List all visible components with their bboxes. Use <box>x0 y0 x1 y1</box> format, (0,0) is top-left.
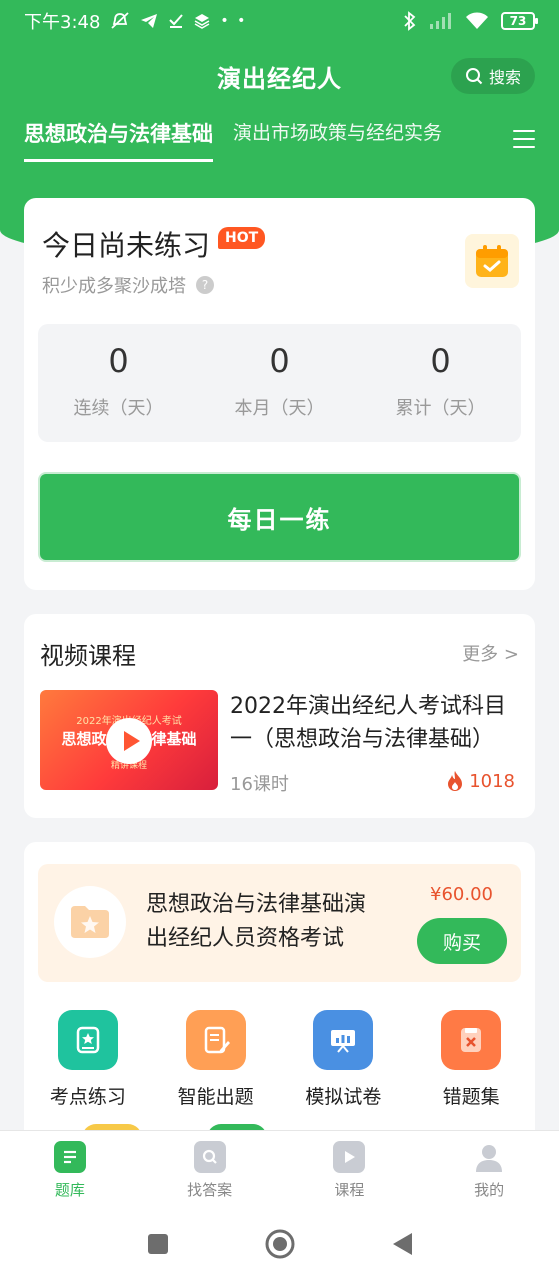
feature-key-points[interactable]: 考点练习 <box>24 1010 152 1109</box>
status-time: 下午3:48 <box>24 12 101 33</box>
flame-icon <box>448 771 463 791</box>
star-book-icon <box>57 1010 118 1070</box>
course-popularity: 1018 <box>445 770 515 792</box>
practice-subtitle-text: 积少成多聚沙成塔 <box>42 276 186 297</box>
folder-star-icon <box>54 886 126 958</box>
menu-button[interactable] <box>513 130 535 148</box>
stat-label: 累计（天） <box>395 398 486 419</box>
stat-value: 0 <box>430 342 451 380</box>
practice-stats: 0 连续（天） 0 本月（天） 0 累计（天） <box>38 324 521 442</box>
subject-tabs: 思想政治与法律基础 演出市场政策与经纪实务 <box>0 118 559 168</box>
menu-icon-bar <box>513 138 535 140</box>
nav-label: 课程 <box>334 1181 365 1199</box>
stat-consecutive: 0 连续（天） <box>38 324 199 442</box>
signal-icon <box>430 13 451 29</box>
study-tools-card: 思想政治与法律基础演出经纪人员资格考试 ¥60.00 购买 考点练习 智能出题 … <box>24 842 535 1142</box>
mute-icon <box>111 12 130 29</box>
course-thumbnail[interactable]: 2022年演出经纪人考试 思想政治与法律基础 精讲课程 <box>40 690 218 790</box>
stat-label: 连续（天） <box>73 398 164 419</box>
task-check-icon <box>169 14 184 28</box>
practice-status-title: 今日尚未练习 HOT <box>42 224 266 264</box>
nav-question-bank[interactable]: 题库 <box>0 1131 140 1208</box>
course-play-icon <box>333 1141 366 1173</box>
search-button[interactable]: 搜索 <box>450 58 535 94</box>
error-card-icon <box>441 1010 502 1070</box>
status-bar: 下午3:48 • • 73 <box>0 0 559 42</box>
nav-courses[interactable]: 课程 <box>280 1131 420 1208</box>
buy-button[interactable]: 购买 <box>417 918 507 964</box>
back-icon[interactable] <box>390 1231 414 1257</box>
menu-icon-bar <box>513 130 535 132</box>
feature-grid: 考点练习 智能出题 模拟试卷 错题集 <box>24 1010 535 1109</box>
nav-profile[interactable]: 我的 <box>419 1131 559 1208</box>
layers-icon <box>195 14 210 29</box>
home-icon[interactable] <box>264 1228 296 1260</box>
hot-count: 1018 <box>469 770 515 792</box>
system-navigation-bar <box>0 1208 559 1280</box>
feature-label: 模拟试卷 <box>305 1086 382 1108</box>
find-answer-icon <box>193 1141 226 1173</box>
tab-subject-2[interactable]: 演出市场政策与经纪实务 <box>233 118 442 145</box>
feature-label: 错题集 <box>442 1086 500 1108</box>
daily-practice-button[interactable]: 每日一练 <box>38 472 521 562</box>
nav-label: 找答案 <box>187 1181 233 1199</box>
nav-label: 我的 <box>474 1181 505 1199</box>
feature-label: 考点练习 <box>49 1086 126 1108</box>
nav-find-answer[interactable]: 找答案 <box>140 1131 280 1208</box>
nav-label: 题库 <box>54 1181 85 1199</box>
exam-package-promo[interactable]: 思想政治与法律基础演出经纪人员资格考试 ¥60.00 购买 <box>38 864 521 982</box>
app-header: 演出经纪人 搜索 <box>0 48 559 104</box>
feature-smart-quiz[interactable]: 智能出题 <box>152 1010 280 1109</box>
stat-total: 0 累计（天） <box>360 324 521 442</box>
page-title: 演出经纪人 <box>217 64 342 93</box>
question-bank-icon <box>53 1141 86 1173</box>
bottom-navigation: 题库 找答案 课程 我的 <box>0 1130 559 1208</box>
more-dots-icon: • • <box>220 13 248 29</box>
tab-subject-1[interactable]: 思想政治与法律基础 <box>24 118 213 162</box>
practice-subtitle: 积少成多聚沙成塔 ? <box>42 272 214 298</box>
stat-label: 本月（天） <box>234 398 325 419</box>
feature-wrong-answers[interactable]: 错题集 <box>407 1010 535 1109</box>
user-icon <box>473 1141 505 1173</box>
section-title: 视频课程 <box>40 642 136 670</box>
feature-label: 智能出题 <box>177 1086 254 1108</box>
course-title[interactable]: 2022年演出经纪人考试科目一（思想政治与法律基础） <box>230 690 522 756</box>
menu-icon-bar <box>513 146 535 148</box>
calendar-check-icon[interactable] <box>465 234 519 288</box>
recents-icon[interactable] <box>146 1232 170 1256</box>
help-icon[interactable]: ? <box>196 276 214 294</box>
stat-value: 0 <box>269 342 290 380</box>
wifi-icon <box>466 12 488 29</box>
play-icon[interactable] <box>106 718 152 764</box>
daily-practice-card: 今日尚未练习 HOT 积少成多聚沙成塔 ? 0 连续（天） 0 本月（天） 0 … <box>24 198 535 590</box>
search-label: 搜索 <box>488 68 521 87</box>
package-title: 思想政治与法律基础演出经纪人员资格考试 <box>146 892 367 951</box>
video-course-card: 视频课程 更多 > 2022年演出经纪人考试 思想政治与法律基础 精讲课程 20… <box>24 614 535 818</box>
more-link[interactable]: 更多 > <box>462 640 519 666</box>
hot-badge: HOT <box>218 227 266 249</box>
battery-icon: 73 <box>501 12 538 30</box>
course-lessons: 16课时 <box>230 774 289 795</box>
package-price: ¥60.00 <box>430 884 493 905</box>
telegram-icon <box>141 14 158 28</box>
stat-this-month: 0 本月（天） <box>199 324 360 442</box>
presentation-chart-icon <box>313 1010 374 1070</box>
stat-value: 0 <box>108 342 129 380</box>
practice-status-text: 今日尚未练习 <box>42 229 211 262</box>
search-icon <box>465 68 483 85</box>
feature-mock-exam[interactable]: 模拟试卷 <box>280 1010 408 1109</box>
document-pen-icon <box>185 1010 246 1070</box>
bluetooth-icon <box>404 11 416 31</box>
